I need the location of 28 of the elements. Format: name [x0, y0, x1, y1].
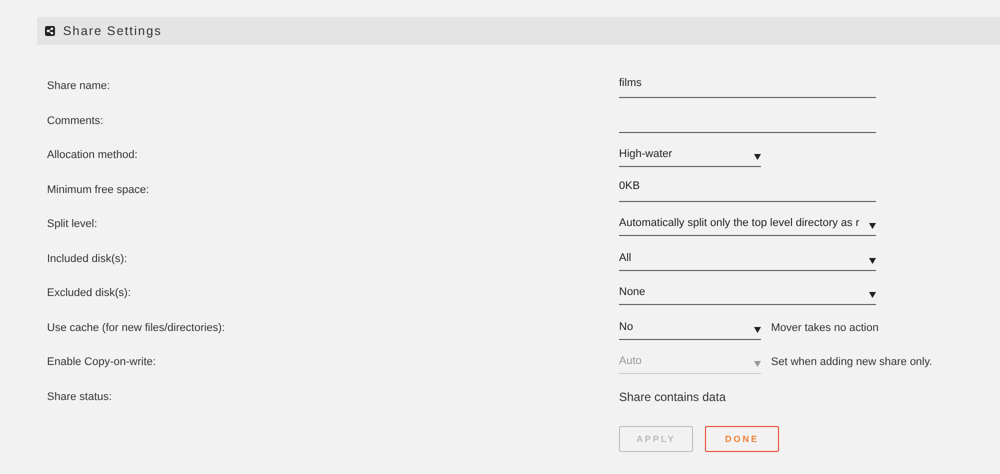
- field-label: Enable Copy-on-write:: [47, 356, 157, 368]
- field-label: Share name:: [47, 80, 111, 92]
- caret-icon: [754, 361, 761, 368]
- dropdown[interactable]: No: [619, 316, 761, 340]
- caret-icon: [754, 154, 761, 160]
- caret-icon: [869, 223, 876, 230]
- field-label: Excluded disk(s):: [47, 287, 132, 300]
- field-label: Split level:: [47, 218, 98, 230]
- hint-text: Mover takes no action: [771, 322, 879, 334]
- caret-icon: [754, 326, 761, 333]
- dropdown[interactable]: All: [619, 246, 876, 271]
- field-label: Allocation method:: [47, 149, 138, 162]
- caret-icon: [869, 258, 876, 264]
- dropdown[interactable]: High-water: [619, 143, 761, 168]
- field-label: Included disk(s):: [47, 252, 128, 265]
- field-label: Minimum free space:: [47, 184, 150, 196]
- dropdown[interactable]: None: [619, 281, 876, 306]
- caret-icon: [869, 292, 876, 298]
- status-text: Share contains data: [619, 390, 726, 404]
- field-label: Share status:: [47, 390, 113, 403]
- share-icon: [45, 26, 55, 36]
- text-field[interactable]: films: [619, 74, 876, 98]
- panel-title: Share Settings: [63, 24, 162, 38]
- field-label: Comments:: [47, 114, 104, 127]
- hint-text: Set when adding new share only.: [771, 356, 932, 368]
- dropdown[interactable]: Automatically split only the top level directory as r: [619, 212, 876, 236]
- text-field[interactable]: 0KB: [619, 178, 876, 202]
- field-label: Use cache (for new files/directories):: [47, 322, 226, 334]
